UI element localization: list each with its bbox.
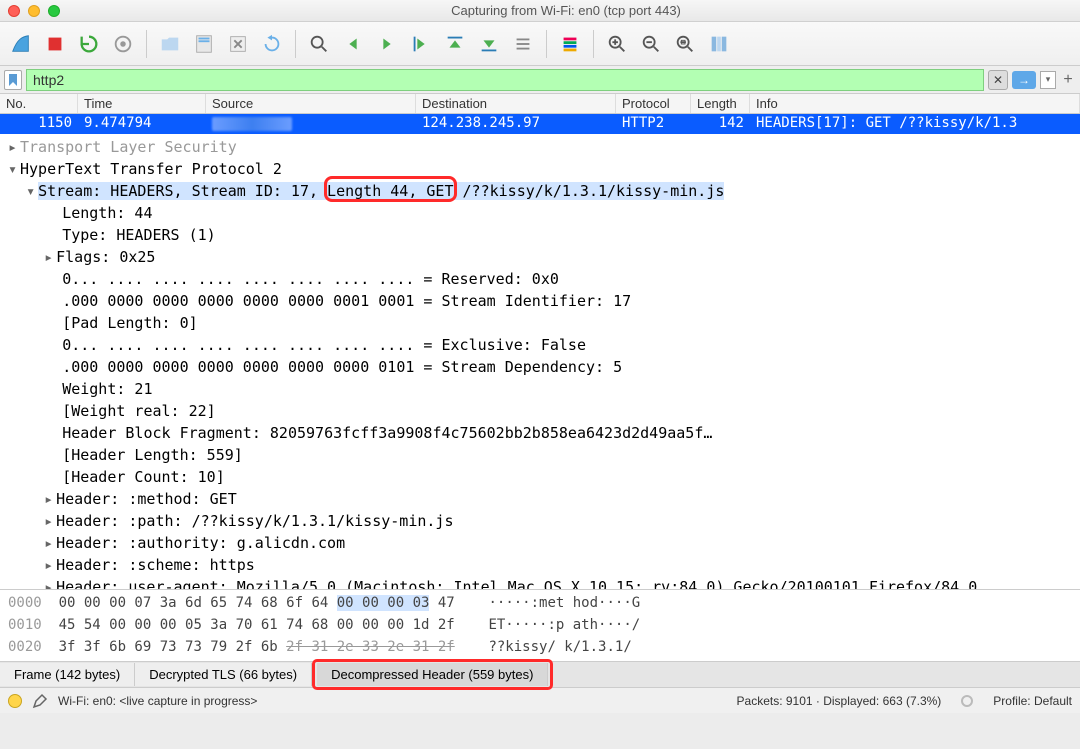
hex-tabs: Frame (142 bytes) Decrypted TLS (66 byte… bbox=[0, 662, 1080, 688]
tree-type[interactable]: Type: HEADERS (1) bbox=[0, 224, 1080, 246]
save-file-button[interactable] bbox=[189, 29, 219, 59]
stop-capture-button[interactable] bbox=[40, 29, 70, 59]
col-header-no[interactable]: No. bbox=[0, 94, 78, 113]
col-header-destination[interactable]: Destination bbox=[416, 94, 616, 113]
red-annotation-box bbox=[324, 176, 457, 202]
cell-length: 142 bbox=[691, 114, 750, 134]
resize-columns-button[interactable] bbox=[704, 29, 734, 59]
tree-hblock[interactable]: Header Block Fragment: 82059763fcff3a990… bbox=[0, 422, 1080, 444]
profile-label[interactable]: Profile: Default bbox=[993, 694, 1072, 708]
zoom-out-button[interactable] bbox=[636, 29, 666, 59]
packet-row[interactable]: 1150 9.474794 124.238.245.97 HTTP2 142 H… bbox=[0, 114, 1080, 134]
tree-tls[interactable]: ▸Transport Layer Security bbox=[0, 136, 1080, 158]
tree-h-ua[interactable]: ▸Header: user-agent: Mozilla/5.0 (Macint… bbox=[0, 576, 1080, 590]
tree-h-path[interactable]: ▸Header: :path: /??kissy/k/1.3.1/kissy-m… bbox=[0, 510, 1080, 532]
cell-info: HEADERS[17]: GET /??kissy/k/1.3 bbox=[750, 114, 1080, 134]
shark-fin-icon[interactable] bbox=[6, 29, 36, 59]
add-filter-button[interactable]: + bbox=[1060, 72, 1076, 88]
capture-status: Wi-Fi: en0: <live capture in progress> bbox=[58, 694, 257, 708]
expert-info-icon[interactable] bbox=[8, 694, 22, 708]
red-annotation-tab: Decompressed Header (559 bytes) bbox=[312, 659, 553, 690]
hex-row-2[interactable]: 0020 3f 3f 6b 69 73 73 79 2f 6b 2f 31 2e… bbox=[8, 636, 1072, 658]
tree-stream[interactable]: ▾Stream: HEADERS, Stream ID: 17, Length … bbox=[0, 180, 1080, 202]
close-file-button[interactable] bbox=[223, 29, 253, 59]
col-header-length[interactable]: Length bbox=[691, 94, 750, 113]
zoom-reset-button[interactable] bbox=[670, 29, 700, 59]
cell-source bbox=[206, 114, 416, 134]
filter-history-dropdown[interactable]: ▾ bbox=[1040, 71, 1056, 89]
tab-frame[interactable]: Frame (142 bytes) bbox=[0, 663, 135, 686]
tree-flags[interactable]: ▸Flags: 0x25 bbox=[0, 246, 1080, 268]
tree-streamdep[interactable]: .000 0000 0000 0000 0000 0000 0000 0101 … bbox=[0, 356, 1080, 378]
tree-padlen[interactable]: [Pad Length: 0] bbox=[0, 312, 1080, 334]
clear-filter-button[interactable]: ✕ bbox=[988, 70, 1008, 90]
goto-bottom-button[interactable] bbox=[474, 29, 504, 59]
titlebar: Capturing from Wi-Fi: en0 (tcp port 443) bbox=[0, 0, 1080, 22]
tree-weight[interactable]: Weight: 21 bbox=[0, 378, 1080, 400]
col-header-source[interactable]: Source bbox=[206, 94, 416, 113]
status-bar: Wi-Fi: en0: <live capture in progress> P… bbox=[0, 688, 1080, 713]
toolbar bbox=[0, 22, 1080, 66]
prev-packet-button[interactable] bbox=[338, 29, 368, 59]
filter-bar: ✕ → ▾ + bbox=[0, 66, 1080, 94]
hex-pane[interactable]: 0000 00 00 00 07 3a 6d 65 74 68 6f 64 00… bbox=[0, 590, 1080, 662]
col-header-protocol[interactable]: Protocol bbox=[616, 94, 691, 113]
open-file-button[interactable] bbox=[155, 29, 185, 59]
tree-reserved[interactable]: 0... .... .... .... .... .... .... .... … bbox=[0, 268, 1080, 290]
goto-top-button[interactable] bbox=[440, 29, 470, 59]
cell-no: 1150 bbox=[0, 114, 78, 134]
apply-filter-button[interactable]: → bbox=[1012, 71, 1036, 89]
options-button[interactable] bbox=[108, 29, 138, 59]
tree-hlen[interactable]: [Header Length: 559] bbox=[0, 444, 1080, 466]
packet-details-pane[interactable]: ▸Transport Layer Security ▾HyperText Tra… bbox=[0, 134, 1080, 590]
window-title: Capturing from Wi-Fi: en0 (tcp port 443) bbox=[60, 3, 1072, 18]
tree-h-auth[interactable]: ▸Header: :authority: g.alicdn.com bbox=[0, 532, 1080, 554]
next-packet-button[interactable] bbox=[372, 29, 402, 59]
col-header-time[interactable]: Time bbox=[78, 94, 206, 113]
reload-button[interactable] bbox=[257, 29, 287, 59]
cell-destination: 124.238.245.97 bbox=[416, 114, 616, 134]
filter-input[interactable] bbox=[26, 69, 984, 91]
autoscroll-button[interactable] bbox=[508, 29, 538, 59]
maximize-icon[interactable] bbox=[48, 5, 60, 17]
cell-protocol: HTTP2 bbox=[616, 114, 691, 134]
tree-exclusive[interactable]: 0... .... .... .... .... .... .... .... … bbox=[0, 334, 1080, 356]
restart-capture-button[interactable] bbox=[74, 29, 104, 59]
edit-icon[interactable] bbox=[32, 693, 48, 709]
goto-packet-button[interactable] bbox=[406, 29, 436, 59]
cell-time: 9.474794 bbox=[78, 114, 206, 134]
tab-decompressed-header[interactable]: Decompressed Header (559 bytes) bbox=[317, 663, 548, 686]
close-icon[interactable] bbox=[8, 5, 20, 17]
zoom-in-button[interactable] bbox=[602, 29, 632, 59]
tree-weightreal[interactable]: [Weight real: 22] bbox=[0, 400, 1080, 422]
tree-http2[interactable]: ▾HyperText Transfer Protocol 2 bbox=[0, 158, 1080, 180]
hex-row-0[interactable]: 0000 00 00 00 07 3a 6d 65 74 68 6f 64 00… bbox=[8, 592, 1072, 614]
tree-hcount[interactable]: [Header Count: 10] bbox=[0, 466, 1080, 488]
tree-h-scheme[interactable]: ▸Header: :scheme: https bbox=[0, 554, 1080, 576]
tab-tls[interactable]: Decrypted TLS (66 bytes) bbox=[135, 663, 312, 686]
find-button[interactable] bbox=[304, 29, 334, 59]
tree-length[interactable]: Length: 44 bbox=[0, 202, 1080, 224]
packet-list-header: No. Time Source Destination Protocol Len… bbox=[0, 94, 1080, 114]
tree-streamid[interactable]: .000 0000 0000 0000 0000 0000 0001 0001 … bbox=[0, 290, 1080, 312]
col-header-info[interactable]: Info bbox=[750, 94, 1080, 113]
traffic-lights bbox=[8, 5, 60, 17]
minimize-icon[interactable] bbox=[28, 5, 40, 17]
colorize-button[interactable] bbox=[555, 29, 585, 59]
bookmark-icon[interactable] bbox=[4, 70, 22, 90]
status-circle-icon bbox=[961, 695, 973, 707]
tree-h-method[interactable]: ▸Header: :method: GET bbox=[0, 488, 1080, 510]
packet-count: Packets: 9101 · Displayed: 663 (7.3%) bbox=[737, 694, 942, 708]
hex-row-1[interactable]: 0010 45 54 00 00 00 05 3a 70 61 74 68 00… bbox=[8, 614, 1072, 636]
